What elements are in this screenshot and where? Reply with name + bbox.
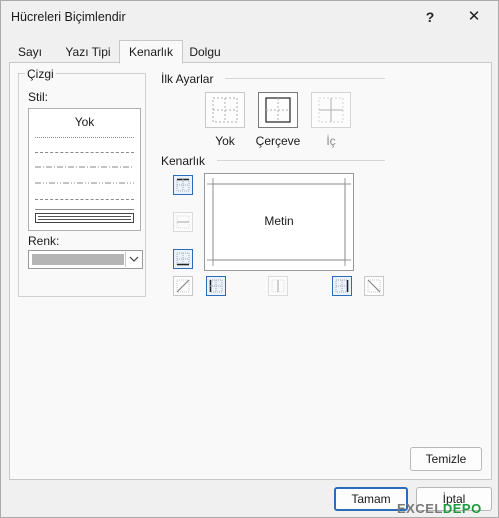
border-left-button[interactable] [206,276,226,296]
border-divider [217,160,385,161]
line-style-list[interactable]: Yok [28,108,141,231]
line-style-thin[interactable] [35,209,134,210]
preset-outline-button[interactable] [258,92,298,128]
border-top-button[interactable] [173,175,193,195]
border-inside-vertical-button[interactable] [268,276,288,296]
border-inside-vertical-icon [271,279,285,293]
line-style-dotted[interactable] [35,137,134,138]
preset-none-button[interactable] [205,92,245,128]
line-style-dashed-fine[interactable] [35,152,134,153]
border-inside-icon [318,97,344,123]
line-group-title: Çizgi [25,67,56,81]
line-style-none[interactable]: Yok [29,115,140,129]
border-preview[interactable]: Metin [204,173,354,271]
format-cells-dialog: Hücreleri Biçimlendir ? ✕ Sayı Yazı Tipi… [0,0,499,518]
border-diagonal-up-icon [176,279,190,293]
style-label: Stil: [28,90,49,104]
border-top-icon [176,178,190,192]
dialog-title: Hücreleri Biçimlendir [11,10,126,24]
color-swatch [32,254,124,265]
clear-button[interactable]: Temizle [410,447,482,471]
preset-inside-button[interactable] [311,92,351,128]
logo-part-depo: DEPO [442,501,482,516]
line-style-dashed[interactable] [35,199,134,200]
presets-title: İlk Ayarlar [161,72,214,86]
preset-none-label: Yok [215,134,235,148]
border-tab-page: Çizgi Stil: Yok Renk: İlk Ayarlar Yok Çe… [9,62,492,480]
border-left-icon [209,279,223,293]
preview-text: Metin [264,214,294,228]
tab-font[interactable]: Yazı Tipi [57,42,119,63]
color-label: Renk: [28,234,60,248]
tab-border[interactable]: Kenarlık [119,40,183,64]
border-right-icon [335,279,349,293]
excel-depo-logo: EXCELDEPO [397,501,482,517]
line-style-double-selected[interactable] [35,213,134,223]
title-bar: Hücreleri Biçimlendir ? ✕ [1,1,498,33]
border-bottom-button[interactable] [173,249,193,269]
border-outline-icon [265,97,291,123]
preset-inside-label: İç [326,134,336,148]
close-button[interactable]: ✕ [457,5,491,29]
border-inside-horizontal-button[interactable] [173,212,193,232]
preset-outline-label: Çerçeve [255,134,301,148]
line-group: Çizgi Stil: Yok Renk: [18,67,146,297]
border-none-icon [212,97,238,123]
tab-strip: Sayı Yazı Tipi Kenarlık Dolgu [9,40,493,64]
border-diagonal-down-icon [367,279,381,293]
border-inside-horizontal-icon [176,215,190,229]
border-bottom-icon [176,252,190,266]
presets-divider [225,78,385,79]
border-diagonal-down-button[interactable] [364,276,384,296]
help-button[interactable]: ? [413,5,447,29]
tab-number[interactable]: Sayı [13,42,47,63]
border-diagonal-up-button[interactable] [173,276,193,296]
color-dropdown[interactable] [28,250,143,269]
border-section-title: Kenarlık [161,154,206,168]
border-right-button[interactable] [332,276,352,296]
chevron-down-icon[interactable] [125,252,141,267]
logo-part-excel: EXCEL [397,501,443,516]
tab-fill[interactable]: Dolgu [185,42,225,63]
